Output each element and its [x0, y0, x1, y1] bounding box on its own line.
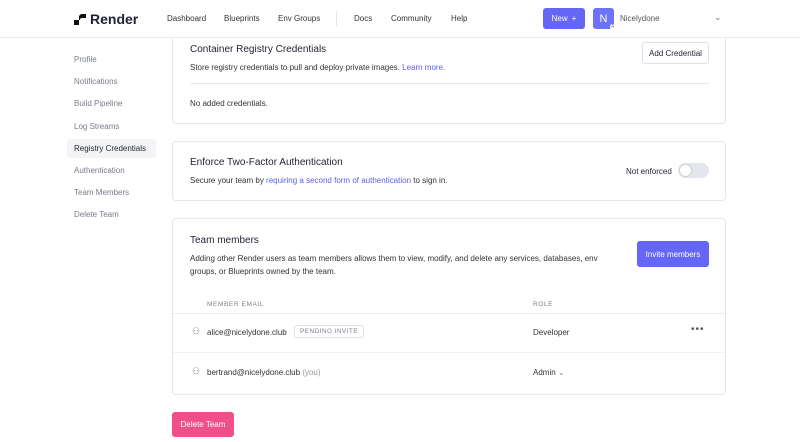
divider — [190, 83, 709, 84]
sidebar-item-team-members[interactable]: Team Members — [74, 188, 129, 197]
sidebar-item-registry-credentials[interactable]: Registry Credentials — [74, 144, 146, 153]
nav-community[interactable]: Community — [391, 14, 431, 23]
team-desc: Adding other Render users as team member… — [190, 254, 598, 276]
team-switcher[interactable]: Nicelydone — [620, 14, 660, 23]
learn-more-link[interactable]: Learn more — [402, 63, 443, 72]
member-email: bertrand@nicelydone.club (you) — [207, 368, 321, 377]
sidebar-item-authentication[interactable]: Authentication — [74, 166, 125, 175]
sidebar-item-delete-team[interactable]: Delete Team — [74, 210, 119, 219]
twofa-desc-post: to sign in. — [413, 176, 448, 185]
sidebar-item-build-pipeline[interactable]: Build Pipeline — [74, 99, 122, 108]
delete-team-button[interactable]: Delete Team — [172, 412, 234, 437]
sidebar-item-profile[interactable]: Profile — [74, 55, 97, 64]
chevron-down-icon: ⌄ — [557, 368, 565, 377]
team-title: Team members — [190, 235, 259, 246]
pending-invite-badge: PENDING INVITE — [294, 325, 364, 338]
render-logo[interactable]: Render — [74, 11, 138, 27]
nav-dashboard[interactable]: Dashboard — [167, 14, 206, 23]
twofa-title: Enforce Two-Factor Authentication — [190, 157, 343, 168]
nav-help[interactable]: Help — [451, 14, 467, 23]
render-logo-icon — [74, 13, 86, 25]
avatar-badge: A — [610, 24, 616, 30]
sidebar-item-notifications[interactable]: Notifications — [74, 77, 118, 86]
registry-title: Container Registry Credentials — [190, 44, 327, 55]
you-label: (you) — [302, 368, 321, 377]
chevron-down-icon[interactable]: ⌄ — [714, 12, 722, 23]
invite-members-button[interactable]: Invite members — [637, 241, 709, 267]
twofa-status: Not enforced — [626, 167, 672, 176]
nav-blueprints[interactable]: Blueprints — [224, 14, 260, 23]
table-row: ⚇ alice@nicelydone.club PENDING INVITE D… — [173, 313, 725, 353]
top-nav: Render Dashboard Blueprints Env Groups D… — [0, 0, 800, 38]
nav-env-groups[interactable]: Env Groups — [278, 14, 320, 23]
member-email: alice@nicelydone.club — [207, 328, 287, 337]
nav-docs[interactable]: Docs — [354, 14, 372, 23]
new-button[interactable]: New + — [543, 8, 585, 29]
toggle-knob — [680, 165, 691, 176]
member-role: Developer — [533, 328, 570, 337]
member-email-text: bertrand@nicelydone.club — [207, 368, 301, 377]
new-label: New — [551, 14, 568, 23]
col-member-email: MEMBER EMAIL — [207, 301, 265, 308]
col-role: ROLE — [533, 301, 554, 308]
team-members-card: Team members Adding other Render users a… — [172, 218, 726, 395]
twofa-link[interactable]: requiring a second form of authenticatio… — [266, 176, 411, 185]
nav-divider — [336, 11, 337, 26]
twofa-desc: Secure your team by requiring a second f… — [190, 176, 448, 185]
twofa-desc-pre: Secure your team by — [190, 176, 264, 185]
more-options-icon[interactable]: ••• — [691, 324, 705, 335]
role-select[interactable]: Admin ⌄ — [533, 368, 565, 377]
user-icon: ⚇ — [192, 366, 201, 376]
empty-credentials: No added credentials. — [190, 99, 268, 108]
avatar-letter: N — [599, 12, 608, 25]
registry-desc: Store registry credentials to pull and d… — [190, 63, 446, 72]
registry-desc-text: Store registry credentials to pull and d… — [190, 63, 400, 72]
brand-name: Render — [90, 11, 139, 27]
two-factor-card: Enforce Two-Factor Authentication Secure… — [172, 141, 726, 201]
member-role: Admin — [533, 368, 556, 377]
user-icon: ⚇ — [192, 326, 201, 336]
table-row: ⚇ bertrand@nicelydone.club (you) Admin ⌄ — [173, 353, 725, 393]
sidebar-item-log-streams[interactable]: Log Streams — [74, 122, 119, 131]
twofa-toggle[interactable] — [678, 163, 709, 178]
add-credential-button[interactable]: Add Credential — [642, 42, 709, 64]
plus-icon: + — [571, 14, 577, 23]
